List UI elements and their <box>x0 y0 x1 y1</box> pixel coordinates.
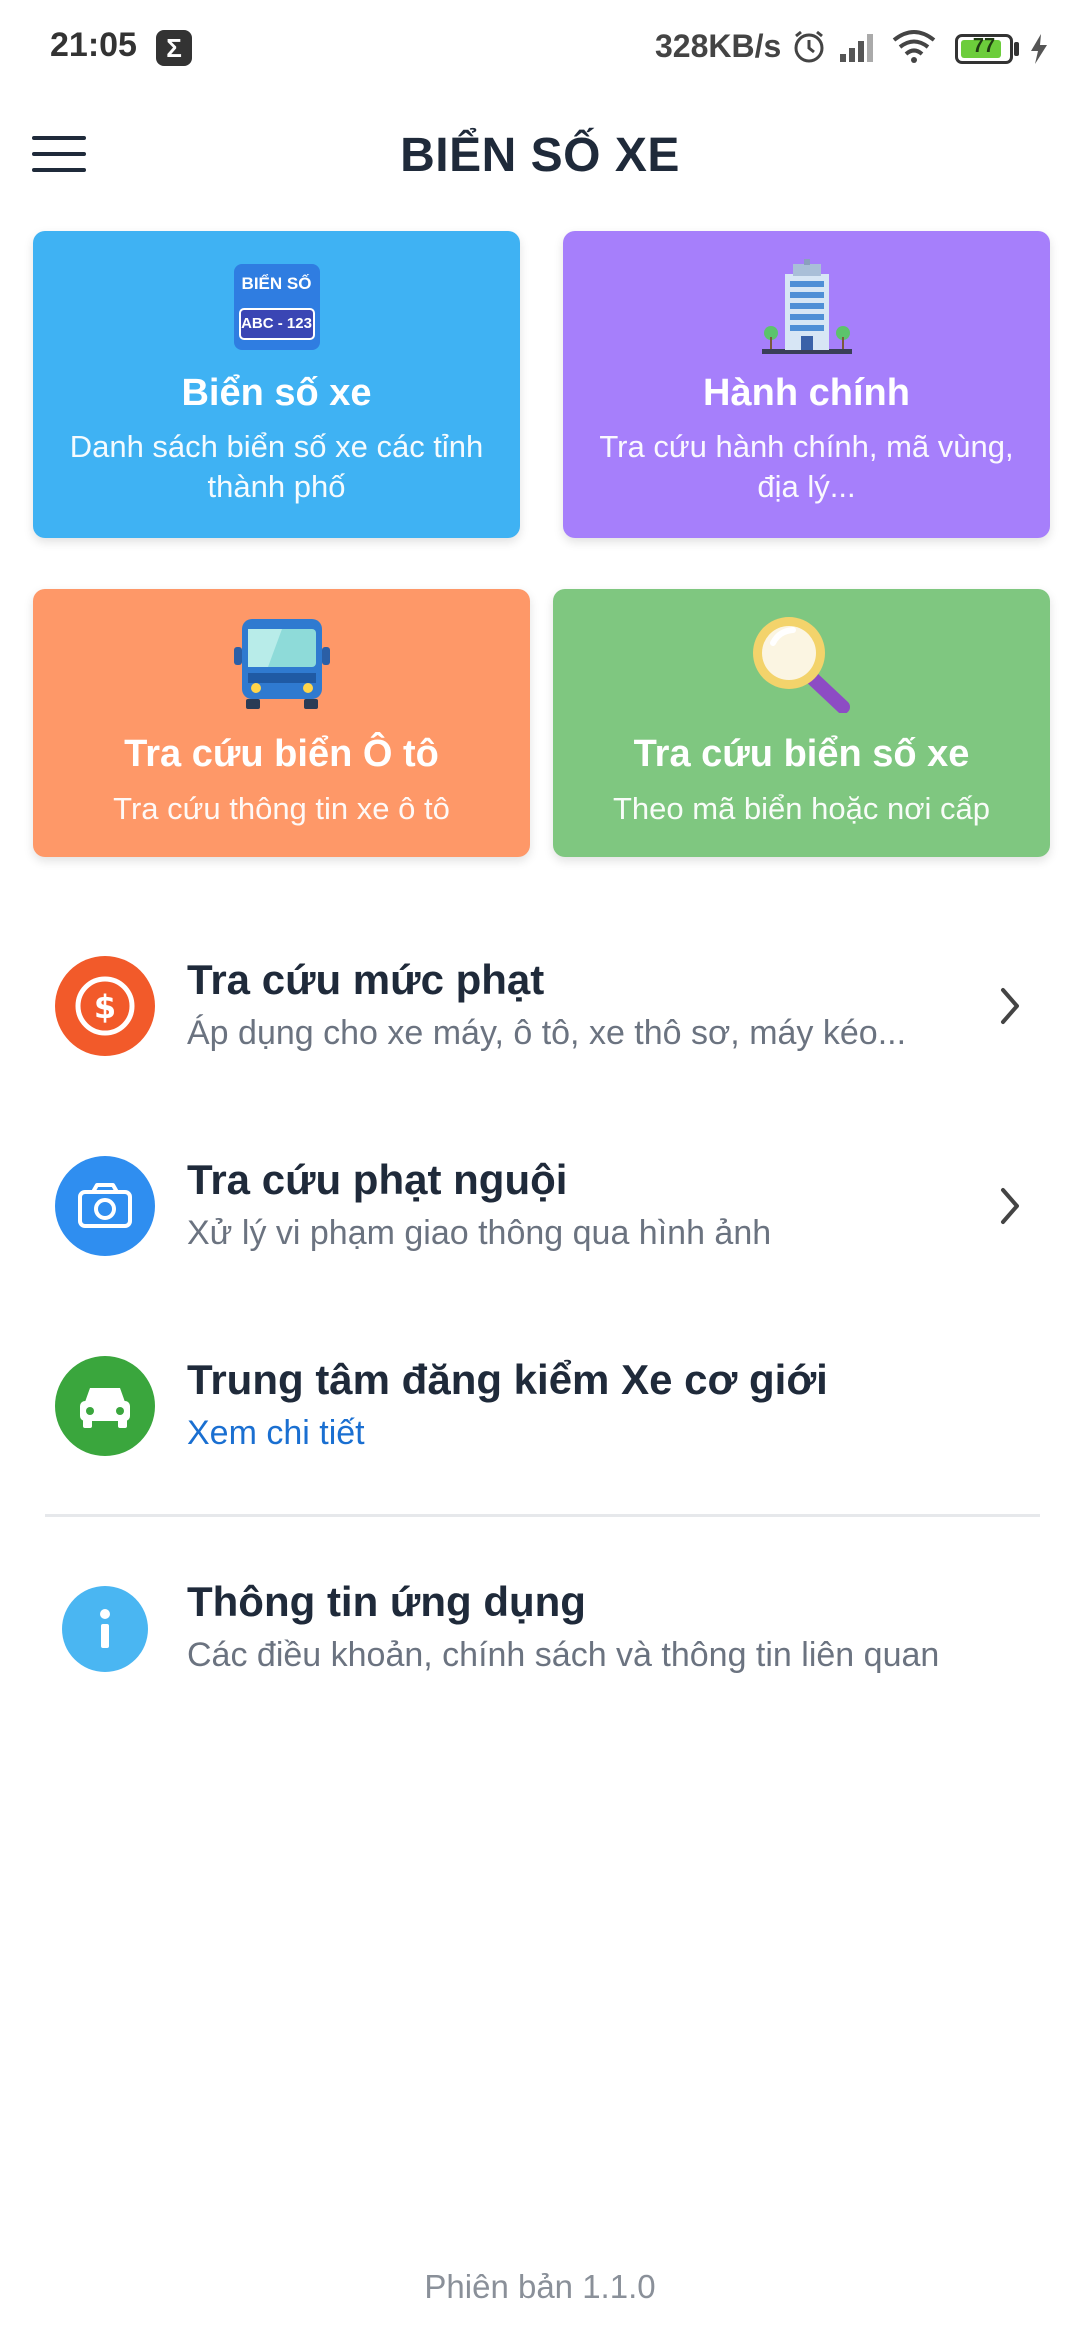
bus-icon <box>233 619 330 709</box>
page-title: BIỂN SỐ XE <box>400 129 680 182</box>
camera-icon <box>55 1156 155 1256</box>
card-hanh-chinh[interactable]: Hành chính Tra cứu hành chính, mã vùng, … <box>563 231 1050 538</box>
list-item-trung-tam-dang-kiem[interactable]: Trung tâm đăng kiểm Xe cơ giới Xem chi t… <box>0 1330 1080 1480</box>
wifi-icon <box>892 30 936 63</box>
card-tra-cuu-bien-o-to[interactable]: Tra cứu biển Ô tô Tra cứu thông tin xe ô… <box>33 589 530 857</box>
list-item-tra-cuu-muc-phat[interactable]: $ Tra cứu mức phạt Áp dụng cho xe máy, ô… <box>0 930 1080 1080</box>
list-item-thong-tin-ung-dung[interactable]: Thông tin ứng dụng Các điều khoản, chính… <box>0 1552 1080 1702</box>
card-subtitle: Danh sách biển số xe các tỉnh thành phố <box>69 429 484 504</box>
version-text: Phiên bản 1.1.0 <box>424 2268 656 2305</box>
card-title: Hành chính <box>703 372 910 414</box>
list-item-subtitle: Áp dụng cho xe máy, ô tô, xe thô sơ, máy… <box>187 1014 907 1052</box>
card-subtitle: Theo mã biển hoặc nơi cấp <box>612 791 991 826</box>
card-subtitle: Tra cứu thông tin xe ô tô <box>113 791 450 826</box>
car-icon <box>55 1356 155 1456</box>
building-icon <box>761 259 852 354</box>
list-item-title: Tra cứu phạt nguội <box>187 1156 568 1203</box>
battery-level: 77 <box>972 35 996 57</box>
license-plate-icon: BIỂN SỐ ABC - 123 <box>233 264 320 350</box>
card-bien-so-xe[interactable]: BIỂN SỐ ABC - 123 Biển số xe Danh sách b… <box>33 231 520 538</box>
card-subtitle: Tra cứu hành chính, mã vùng, địa lý... <box>599 429 1014 504</box>
dollar-icon: $ <box>55 956 155 1056</box>
network-speed: 328KB/s <box>655 28 782 64</box>
list-item-title: Trung tâm đăng kiểm Xe cơ giới <box>187 1356 828 1403</box>
view-detail-link[interactable]: Xem chi tiết <box>187 1414 365 1453</box>
list-item-subtitle: Các điều khoản, chính sách và thông tin … <box>187 1636 940 1674</box>
card-title: Biển số xe <box>181 372 372 414</box>
card-tra-cuu-bien-so-xe[interactable]: Tra cứu biển số xe Theo mã biển hoặc nơi… <box>553 589 1050 857</box>
magnifier-icon <box>752 617 850 713</box>
list-item-subtitle: Xử lý vi phạm giao thông qua hình ảnh <box>187 1214 772 1252</box>
info-icon <box>62 1586 148 1672</box>
list-item-tra-cuu-phat-nguoi[interactable]: Tra cứu phạt nguội Xử lý vi phạm giao th… <box>0 1130 1080 1280</box>
sigma-icon: Σ <box>156 30 192 66</box>
chevron-right-icon <box>1001 988 1019 1024</box>
signal-icon <box>840 34 873 62</box>
list-item-title: Tra cứu mức phạt <box>187 956 545 1003</box>
card-title: Tra cứu biển Ô tô <box>124 733 439 775</box>
svg-text:$: $ <box>94 988 116 1026</box>
chevron-right-icon <box>1001 1188 1019 1224</box>
card-title: Tra cứu biển số xe <box>633 733 970 775</box>
battery-icon: 77 <box>955 34 1013 64</box>
status-bar: 21:05 Σ 328KB/s 77 <box>0 0 1080 96</box>
alarm-icon <box>794 30 824 63</box>
divider <box>45 1514 1040 1517</box>
list-item-title: Thông tin ứng dụng <box>187 1578 586 1625</box>
status-time: 21:05 <box>50 26 137 64</box>
charging-icon <box>1031 34 1047 64</box>
